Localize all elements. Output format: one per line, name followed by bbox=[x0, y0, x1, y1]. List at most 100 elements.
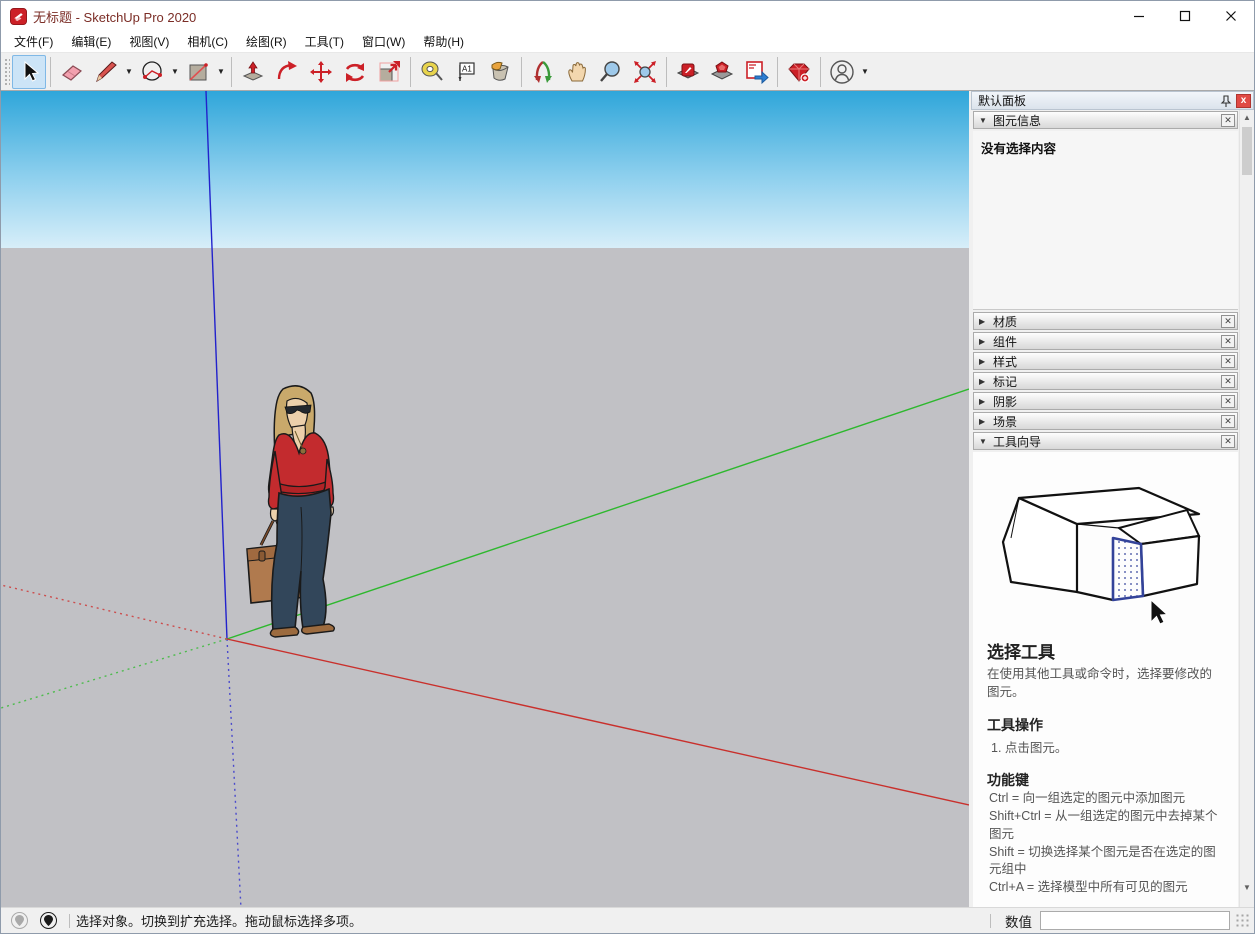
section-styles[interactable]: ▶ 样式 ✕ bbox=[973, 352, 1238, 370]
zoom-extents-icon bbox=[632, 59, 658, 85]
zoom-tool-button[interactable] bbox=[594, 55, 628, 89]
menu-draw[interactable]: 绘图(R) bbox=[237, 31, 296, 52]
section-materials[interactable]: ▶ 材质 ✕ bbox=[973, 312, 1238, 330]
toolbar-separator bbox=[521, 57, 522, 87]
account-dropdown[interactable]: ▼ bbox=[859, 55, 871, 89]
status-bar: 选择对象。切换到扩充选择。拖动鼠标选择多项。 数值 bbox=[1, 907, 1254, 933]
expand-triangle-icon: ▶ bbox=[979, 337, 993, 346]
modifier-line: Ctrl+A = 选择模型中所有可见的图元 bbox=[989, 879, 1224, 897]
minimize-button[interactable] bbox=[1116, 1, 1162, 31]
modifier-line: Ctrl = 向一组选定的图元中添加图元 bbox=[989, 790, 1224, 808]
account-button[interactable] bbox=[825, 55, 859, 89]
measurements-input[interactable] bbox=[1040, 911, 1230, 930]
claim-credits-icon[interactable] bbox=[40, 912, 57, 929]
close-button[interactable] bbox=[1208, 1, 1254, 31]
select-tool-button[interactable] bbox=[12, 55, 46, 89]
toolbar-grip[interactable] bbox=[3, 57, 10, 87]
scale-tool-button[interactable] bbox=[372, 55, 406, 89]
status-separator bbox=[990, 914, 991, 928]
menu-file[interactable]: 文件(F) bbox=[5, 31, 62, 52]
select-arrow-icon bbox=[16, 59, 42, 85]
window-resize-grip[interactable] bbox=[1236, 914, 1250, 928]
window-title: 无标题 - SketchUp Pro 2020 bbox=[33, 7, 196, 26]
section-tags[interactable]: ▶ 标记 ✕ bbox=[973, 372, 1238, 390]
drawing-axes bbox=[1, 91, 969, 907]
extension-warehouse-button[interactable] bbox=[782, 55, 816, 89]
section-entity-info[interactable]: ▼ 图元信息 ✕ bbox=[973, 111, 1238, 129]
follow-me-icon bbox=[274, 59, 300, 85]
menu-help[interactable]: 帮助(H) bbox=[414, 31, 473, 52]
share-export-button[interactable] bbox=[739, 55, 773, 89]
rectangle-tool-button[interactable] bbox=[181, 55, 215, 89]
close-section-icon[interactable]: ✕ bbox=[1221, 315, 1235, 328]
geolocation-status-icon[interactable] bbox=[11, 912, 28, 929]
person-component[interactable] bbox=[239, 383, 351, 645]
scrollbar-thumb[interactable] bbox=[1242, 127, 1252, 175]
arc-tool-button[interactable] bbox=[135, 55, 169, 89]
expand-triangle-icon: ▶ bbox=[979, 377, 993, 386]
section-scenes[interactable]: ▶ 场景 ✕ bbox=[973, 412, 1238, 430]
menu-view[interactable]: 视图(V) bbox=[120, 31, 178, 52]
no-selection-text: 没有选择内容 bbox=[981, 138, 1230, 157]
pin-icon[interactable] bbox=[1219, 94, 1233, 108]
section-components[interactable]: ▶ 组件 ✕ bbox=[973, 332, 1238, 350]
line-tool-dropdown[interactable]: ▼ bbox=[123, 55, 135, 89]
collapse-triangle-icon: ▼ bbox=[979, 116, 993, 125]
rectangle-icon bbox=[185, 59, 211, 85]
menu-bar: 文件(F) 编辑(E) 视图(V) 相机(C) 绘图(R) 工具(T) 窗口(W… bbox=[1, 31, 1254, 53]
menu-edit[interactable]: 编辑(E) bbox=[62, 31, 120, 52]
expand-triangle-icon: ▶ bbox=[979, 417, 993, 426]
close-section-icon[interactable]: ✕ bbox=[1221, 435, 1235, 448]
toolbar-separator bbox=[50, 57, 51, 87]
orbit-tool-button[interactable] bbox=[526, 55, 560, 89]
eraser-tool-button[interactable] bbox=[55, 55, 89, 89]
panel-scrollbar[interactable]: ▲ ▼ bbox=[1239, 110, 1254, 907]
tape-measure-tool-button[interactable] bbox=[415, 55, 449, 89]
close-section-icon[interactable]: ✕ bbox=[1221, 355, 1235, 368]
text-tool-button[interactable]: A1 bbox=[449, 55, 483, 89]
toolbar-separator bbox=[820, 57, 821, 87]
default-tray-header[interactable]: 默认面板 x bbox=[971, 91, 1254, 110]
arc-tool-dropdown[interactable]: ▼ bbox=[169, 55, 181, 89]
3d-warehouse-button[interactable] bbox=[671, 55, 705, 89]
menu-tools[interactable]: 工具(T) bbox=[296, 31, 353, 52]
maximize-button[interactable] bbox=[1162, 1, 1208, 31]
modifier-line: Shift = 切换选择某个图元是否在选定的图元组中 bbox=[989, 844, 1224, 880]
cursor-arrow-icon bbox=[1151, 600, 1167, 624]
expand-triangle-icon: ▶ bbox=[979, 397, 993, 406]
close-section-icon[interactable]: ✕ bbox=[1221, 415, 1235, 428]
rectangle-tool-dropdown[interactable]: ▼ bbox=[215, 55, 227, 89]
move-tool-button[interactable] bbox=[304, 55, 338, 89]
close-section-icon[interactable]: ✕ bbox=[1221, 375, 1235, 388]
pan-tool-button[interactable] bbox=[560, 55, 594, 89]
close-section-icon[interactable]: ✕ bbox=[1221, 114, 1235, 127]
modifier-line: Shift+Ctrl = 从一组选定的图元中去掉某个图元 bbox=[989, 808, 1224, 844]
paint-bucket-icon bbox=[487, 59, 513, 85]
share-model-button[interactable] bbox=[705, 55, 739, 89]
section-shadows[interactable]: ▶ 阴影 ✕ bbox=[973, 392, 1238, 410]
line-tool-button[interactable] bbox=[89, 55, 123, 89]
push-pull-tool-button[interactable] bbox=[236, 55, 270, 89]
scroll-up-icon[interactable]: ▲ bbox=[1240, 110, 1254, 125]
model-viewport[interactable] bbox=[1, 91, 969, 907]
paint-bucket-tool-button[interactable] bbox=[483, 55, 517, 89]
section-instructor[interactable]: ▼ 工具向导 ✕ bbox=[973, 432, 1238, 450]
close-section-icon[interactable]: ✕ bbox=[1221, 335, 1235, 348]
zoom-extents-tool-button[interactable] bbox=[628, 55, 662, 89]
instructor-body: 选择工具 在使用其他工具或命令时，选择要修改的图元。 工具操作 1. 点击图元。… bbox=[973, 452, 1238, 907]
sketchup-logo-icon bbox=[10, 8, 27, 25]
instructor-operation-step: 1. 点击图元。 bbox=[991, 737, 1224, 756]
scroll-down-icon[interactable]: ▼ bbox=[1240, 880, 1254, 895]
follow-me-tool-button[interactable] bbox=[270, 55, 304, 89]
menu-camera[interactable]: 相机(C) bbox=[178, 31, 237, 52]
sketchup-window: 无标题 - SketchUp Pro 2020 文件(F) 编辑(E) 视图(V… bbox=[0, 0, 1255, 934]
status-separator bbox=[69, 914, 70, 928]
account-icon bbox=[829, 59, 855, 85]
eraser-icon bbox=[59, 59, 85, 85]
close-section-icon[interactable]: ✕ bbox=[1221, 395, 1235, 408]
rotate-tool-button[interactable] bbox=[338, 55, 372, 89]
close-tray-button[interactable]: x bbox=[1236, 94, 1251, 108]
menu-window[interactable]: 窗口(W) bbox=[353, 31, 414, 52]
toolbar-separator bbox=[777, 57, 778, 87]
share-export-icon bbox=[743, 59, 769, 85]
